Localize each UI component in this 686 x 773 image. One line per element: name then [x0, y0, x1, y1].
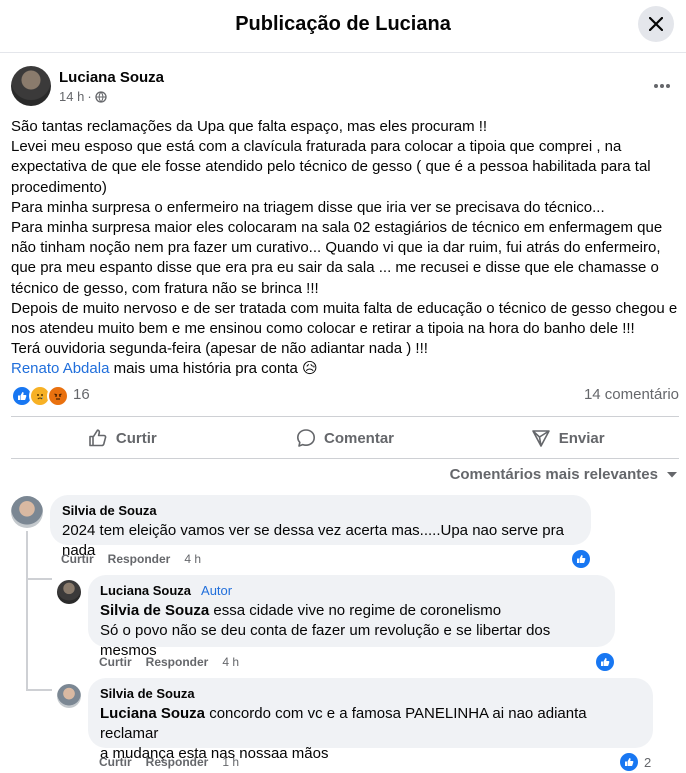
- comment-reaction-count: 2: [644, 754, 652, 770]
- angry-reaction-icon: [47, 385, 69, 407]
- comment-count[interactable]: 14 comentário: [584, 386, 679, 403]
- comment-avatar[interactable]: [11, 496, 43, 528]
- thread-line: [26, 531, 28, 691]
- comment-reply-button[interactable]: Responder: [108, 552, 171, 566]
- reaction-count[interactable]: 16: [73, 386, 90, 403]
- thread-branch: [26, 689, 52, 691]
- like-reaction-icon: [570, 548, 592, 570]
- comment-like-button[interactable]: Curtir: [61, 552, 94, 566]
- author-avatar[interactable]: [11, 66, 51, 106]
- comment-text: Silvia de Souza essa cidade vive no regi…: [100, 601, 603, 661]
- comment-time[interactable]: 4 h: [222, 655, 239, 669]
- comment-time[interactable]: 4 h: [184, 552, 201, 566]
- comment-actions: Curtir Responder 4 h: [61, 552, 201, 566]
- author-badge: Autor: [201, 583, 233, 598]
- thumbs-up-icon: [89, 429, 107, 447]
- more-options-button[interactable]: [653, 76, 671, 94]
- meta-separator: ·: [87, 89, 92, 104]
- post-meta: 14 h ·: [59, 89, 107, 104]
- comment-sort-dropdown[interactable]: Comentários mais relevantes: [450, 466, 678, 483]
- comment-avatar[interactable]: [57, 580, 81, 604]
- dialog-header: Publicação de Luciana: [0, 0, 686, 53]
- chevron-down-icon: [667, 471, 677, 477]
- comment-reactions[interactable]: [570, 548, 592, 570]
- dialog-title: Publicação de Luciana: [235, 13, 451, 35]
- comment-bubble: Silvia de Souza 2024 tem eleição vamos v…: [50, 495, 591, 559]
- comment-like-button[interactable]: Curtir: [99, 755, 132, 769]
- like-reaction-icon: [618, 751, 640, 773]
- comment-text-line: Só o povo não se deu conta de fazer um r…: [100, 622, 551, 659]
- more-icon: [654, 84, 670, 88]
- comment-mention[interactable]: Silvia de Souza: [100, 602, 209, 619]
- send-icon: [531, 430, 550, 447]
- comment-label: Comentar: [324, 429, 395, 447]
- post-paragraph: Para minha surpresa maior eles colocaram…: [11, 219, 663, 297]
- close-button[interactable]: [638, 6, 674, 42]
- post-paragraph: Terá ouvidoria segunda-feira (apesar de …: [11, 340, 428, 358]
- comment-reactions[interactable]: 2: [618, 751, 651, 773]
- comment-author[interactable]: Silvia de Souza: [100, 686, 195, 701]
- globe-icon[interactable]: [95, 90, 107, 103]
- like-reaction-icon: [594, 651, 616, 673]
- post-paragraph: São tantas reclamações da Upa que falta …: [11, 118, 488, 135]
- comment-author[interactable]: Silvia de Souza: [62, 503, 157, 518]
- share-label: Enviar: [558, 429, 605, 447]
- mention-link[interactable]: Renato Abdala: [11, 360, 109, 377]
- comment-mention[interactable]: Luciana Souza: [100, 705, 205, 722]
- reaction-icons[interactable]: [11, 385, 69, 407]
- comment-reply-button[interactable]: Responder: [146, 755, 209, 769]
- comment-reply-button[interactable]: Responder: [146, 655, 209, 669]
- post-paragraph: Para minha surpresa o enfermeiro na tria…: [11, 198, 605, 216]
- comment-button[interactable]: Comentar: [234, 420, 457, 456]
- comment-actions: Curtir Responder 4 h: [99, 655, 239, 669]
- post-time[interactable]: 14 h: [59, 89, 84, 104]
- post-paragraph: Depois de muito nervoso e de ser tratada…: [11, 299, 678, 338]
- thread-branch: [26, 578, 52, 580]
- post-body: São tantas reclamações da Upa que falta …: [11, 117, 679, 380]
- mention-suffix: mais uma história pra conta 😥: [113, 360, 318, 378]
- post-author[interactable]: Luciana Souza: [59, 69, 164, 86]
- comment-time[interactable]: 1 h: [222, 755, 239, 769]
- comment-icon: [297, 429, 315, 447]
- post-paragraph: Levei meu esposo que está com a clavícul…: [11, 138, 651, 196]
- divider: [11, 416, 679, 417]
- share-button[interactable]: Enviar: [456, 420, 679, 456]
- post-actions: Curtir Comentar Enviar: [11, 420, 679, 456]
- like-button[interactable]: Curtir: [11, 420, 234, 456]
- comment-actions: Curtir Responder 1 h: [99, 755, 239, 769]
- post-mention-line: Renato Abdala mais uma história pra cont…: [11, 359, 679, 379]
- comment-reactions[interactable]: [594, 651, 616, 673]
- close-icon: [649, 17, 663, 31]
- comment-bubble: Luciana Souza Autor Silvia de Souza essa…: [88, 575, 615, 659]
- comment-bubble: Silvia de Souza Luciana Souza concordo c…: [88, 678, 653, 762]
- like-label: Curtir: [115, 429, 157, 447]
- post-header: Luciana Souza 14 h ·: [11, 66, 675, 108]
- comment-like-button[interactable]: Curtir: [99, 655, 132, 669]
- sort-label: Comentários mais relevantes: [449, 466, 658, 483]
- reactions-summary: 16 14 comentário: [11, 383, 679, 407]
- comment-avatar[interactable]: [57, 684, 81, 708]
- divider: [11, 458, 679, 459]
- comment-author[interactable]: Luciana Souza: [100, 583, 191, 598]
- comment-text-line: essa cidade vive no regime de coronelism…: [213, 602, 502, 619]
